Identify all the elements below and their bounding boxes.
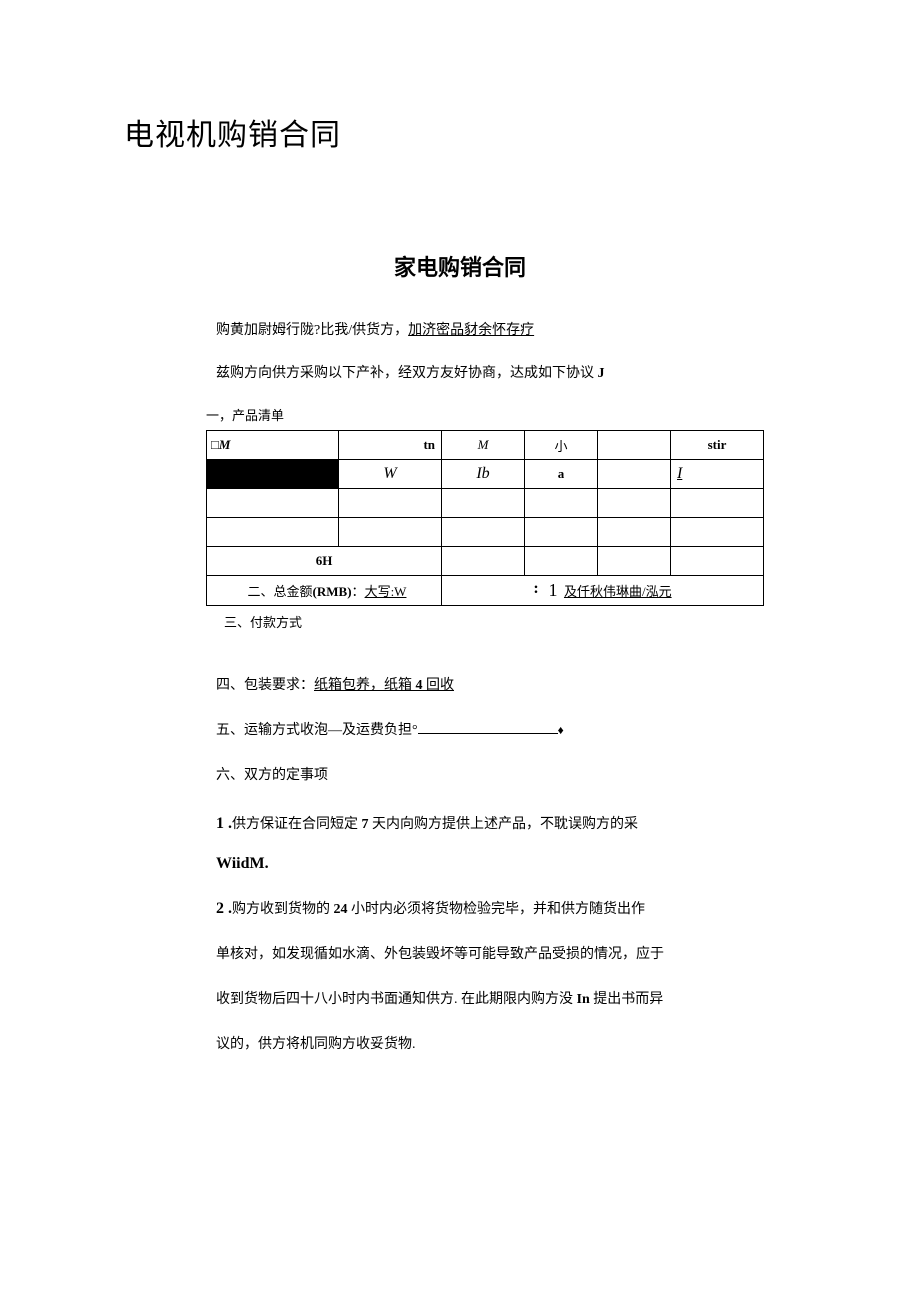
hdr-col-3: M xyxy=(442,431,525,460)
intro-line-2b: J xyxy=(598,366,605,381)
document-page: 电视机购销合同 家电购销合同 购黄加尉姆行陇?比我/供货方，加济密品豺余怀存疗 … xyxy=(0,0,920,1154)
cell: a xyxy=(525,460,598,489)
cell xyxy=(207,518,339,547)
clause-2-line2: 单核对，如发现循如水滴、外包装毁坏等可能导致产品受损的情况，应于 xyxy=(124,940,796,971)
amount-label-d: 大写:W xyxy=(365,584,407,599)
section-4a: 四、包装要求： xyxy=(216,678,314,693)
hdr-col-4: 小 xyxy=(525,431,598,460)
amount-left-cell: 二、总金额(RMB)：大写:W xyxy=(207,576,442,606)
cell xyxy=(339,518,442,547)
amount-one: 1 xyxy=(548,580,557,600)
amount-colon: : xyxy=(533,580,538,597)
cell xyxy=(598,518,671,547)
section-4b: 纸箱包养，纸箱 4 回收 xyxy=(314,678,454,693)
cell xyxy=(442,518,525,547)
cell: Ib xyxy=(442,460,525,489)
cell xyxy=(525,547,598,576)
clause-2d: 小时内必须将货物检验完毕，并和供方随货出作 xyxy=(348,902,646,917)
cell xyxy=(525,489,598,518)
product-table: □M tn M 小 stir W Ib a I xyxy=(206,430,764,606)
clause-2b: 购方收到货物的 xyxy=(232,902,334,917)
clause-2-line3: 收到货物后四十八小时内书面通知供方. 在此期限内购方没 In 提出书而异 xyxy=(124,985,796,1016)
clause-1-num: 1 . xyxy=(216,815,232,832)
clause-2f: 收到货物后四十八小时内书面通知供方. 在此期限内购方没 xyxy=(216,992,577,1007)
cell xyxy=(207,489,339,518)
intro-line-1a: 购黄加尉姆行陇?比我/供货方， xyxy=(216,323,408,338)
clause-2g: In xyxy=(577,992,590,1007)
hdr-col-6: stir xyxy=(671,431,764,460)
clause-1c: 7 xyxy=(362,817,369,832)
page-title: 电视机购销合同 xyxy=(124,110,796,154)
diamond-icon: ♦ xyxy=(558,723,564,737)
amount-right-cell: : 1 及仟秋伟琳曲/泓元 xyxy=(442,576,764,606)
section-3-label: 三、付款方式 xyxy=(224,612,796,631)
clause-2-num: 2 . xyxy=(216,900,232,917)
table-row xyxy=(207,489,764,518)
cell xyxy=(671,547,764,576)
intro-line-1: 购黄加尉姆行陇?比我/供货方，加济密品豺余怀存疗 xyxy=(124,318,796,345)
cell xyxy=(671,489,764,518)
cell xyxy=(598,547,671,576)
cell xyxy=(598,460,671,489)
table-row xyxy=(207,518,764,547)
intro-line-1b: 加济密品豺余怀存疗 xyxy=(408,323,534,338)
section-5: 五、运输方式收泡—及运费负担° ♦ xyxy=(124,716,796,747)
cell: W xyxy=(339,460,442,489)
blank-line xyxy=(418,733,558,734)
amount-text: 及仟秋伟琳曲/泓元 xyxy=(564,584,672,599)
section-6: 六、双方的定事项 xyxy=(124,761,796,792)
hdr-col-1: □M xyxy=(207,431,339,460)
cell xyxy=(598,489,671,518)
clause-1d: 天内向购方提供上述产品，不耽误购方的采 xyxy=(369,817,639,832)
clause-2-line4: 议的，供方将机同购方收妥货物. xyxy=(124,1030,796,1061)
table-row: W Ib a I xyxy=(207,460,764,489)
intro-line-2a: 兹购方向供方采购以下产补，经双方友好协商，达成如下协议 xyxy=(216,366,598,381)
clause-1b: 供方保证在合同短定 xyxy=(232,817,362,832)
intro-line-2: 兹购方向供方采购以下产补，经双方友好协商，达成如下协议 J xyxy=(124,361,796,388)
table-header-row: □M tn M 小 stir xyxy=(207,431,764,460)
hdr-col-5 xyxy=(598,431,671,460)
cell xyxy=(442,547,525,576)
cell-6h: 6H xyxy=(207,547,442,576)
clause-2h: 提出书而异 xyxy=(590,992,664,1007)
cell xyxy=(671,518,764,547)
hdr-col-2: tn xyxy=(339,431,442,460)
cell xyxy=(442,489,525,518)
cell xyxy=(339,489,442,518)
amount-label-b: (RMB) xyxy=(313,584,352,599)
cell xyxy=(525,518,598,547)
cell: I xyxy=(671,460,764,489)
section-1-label: 一，产品清单 xyxy=(206,405,796,424)
table-row: 6H xyxy=(207,547,764,576)
section-5a: 五、运输方式收泡—及运费负担° xyxy=(216,723,418,738)
clause-2c: 24 xyxy=(334,902,348,917)
amount-label-a: 二、总金额 xyxy=(248,584,313,599)
clause-1: 1 .供方保证在合同短定 7 天内向购方提供上述产品，不耽误购方的采 xyxy=(124,806,796,841)
sub-title: 家电购销合同 xyxy=(124,250,796,282)
section-4: 四、包装要求：纸箱包养，纸箱 4 回收 xyxy=(124,671,796,702)
cell-black xyxy=(207,460,339,489)
wiidm-text: WiidM. xyxy=(124,855,796,873)
amount-row: 二、总金额(RMB)：大写:W : 1 及仟秋伟琳曲/泓元 xyxy=(207,576,764,606)
clause-2-line1: 2 .购方收到货物的 24 小时内必须将货物检验完毕，并和供方随货出作 xyxy=(124,891,796,926)
amount-label-c: ： xyxy=(352,584,365,599)
